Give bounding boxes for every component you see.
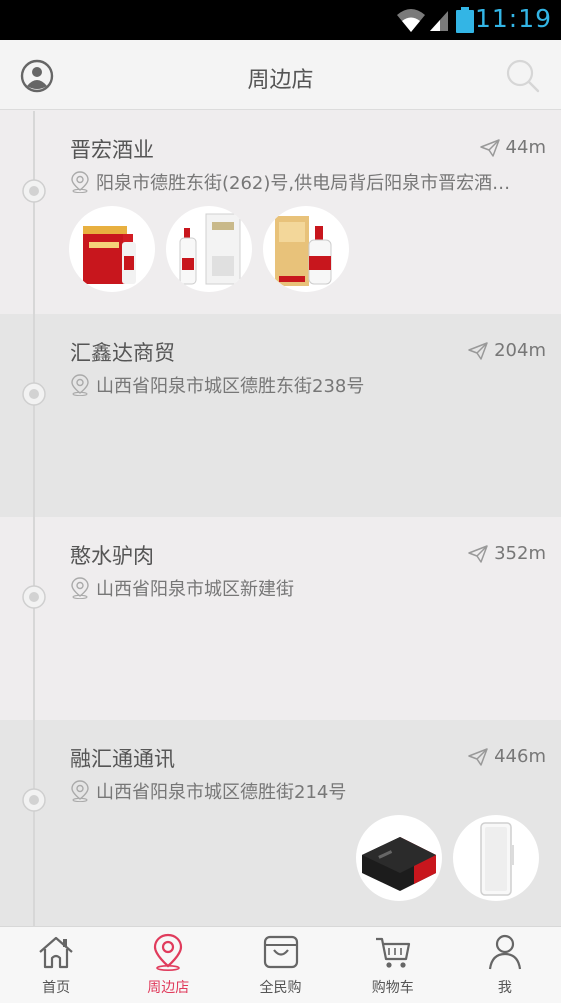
status-bar: 11:19	[0, 0, 561, 40]
address-text: 山西省阳泉市城区新建街	[96, 579, 294, 600]
paper-plane-icon	[468, 544, 488, 563]
tab-label: 购物车	[371, 980, 414, 996]
product-thumbnails	[69, 206, 349, 292]
page-title: 周边店	[247, 68, 314, 93]
timeline-dot-icon	[22, 382, 46, 406]
store-address: 山西省阳泉市城区德胜街214号	[70, 778, 520, 804]
product-thumbnail[interactable]	[263, 206, 349, 292]
gold-moutai-box-image	[275, 216, 332, 286]
white-power-bank-image	[480, 822, 514, 896]
store-distance: 446m	[468, 746, 546, 767]
app-header: 周边店	[0, 40, 561, 110]
shopping-bag-icon	[263, 935, 298, 969]
address-text: 山西省阳泉市城区德胜东街238号	[96, 376, 365, 397]
location-pin-icon	[71, 374, 89, 396]
product-thumbnail[interactable]	[69, 206, 155, 292]
bottom-tab-bar: 首页 周边店 全民购 购物车 我	[0, 926, 561, 1003]
location-pin-icon	[71, 171, 89, 193]
timeline-dot-icon	[22, 585, 46, 609]
store-name: 汇鑫达商贸	[70, 341, 175, 365]
tab-me[interactable]: 我	[449, 927, 561, 1003]
location-pin-icon	[71, 780, 89, 802]
black-red-router-image	[362, 837, 436, 891]
store-distance: 44m	[479, 137, 546, 158]
white-wuliangye-box-image	[179, 213, 241, 285]
cart-icon	[375, 937, 410, 968]
status-time: 11:19	[474, 4, 552, 33]
store-list[interactable]: 晋宏酒业 44m 阳泉市德胜东街(262)号,供电局背后阳泉市晋宏酒… 汇鑫达商…	[0, 111, 561, 926]
tab-nearby[interactable]: 周边店	[112, 927, 224, 1003]
store-name: 融汇通通讯	[70, 747, 175, 771]
tab-group-buy[interactable]: 全民购	[224, 927, 336, 1003]
signal-icon	[430, 11, 448, 31]
store-distance: 352m	[468, 543, 546, 564]
timeline-dot-icon	[22, 788, 46, 812]
distance-value: 204m	[494, 340, 546, 361]
store-item[interactable]: 晋宏酒业 44m 阳泉市德胜东街(262)号,供电局背后阳泉市晋宏酒…	[0, 111, 561, 314]
red-baijiu-gift-box-image	[83, 226, 136, 284]
wifi-icon	[397, 9, 425, 32]
address-text: 阳泉市德胜东街(262)号,供电局背后阳泉市晋宏酒…	[96, 173, 511, 194]
store-address: 山西省阳泉市城区德胜东街238号	[70, 372, 520, 398]
search-icon[interactable]	[505, 58, 541, 94]
distance-value: 352m	[494, 543, 546, 564]
paper-plane-icon	[479, 138, 500, 157]
paper-plane-icon	[468, 747, 488, 766]
product-thumbnails	[356, 815, 539, 901]
store-distance: 204m	[468, 340, 546, 361]
tab-label: 我	[497, 980, 512, 996]
person-icon	[488, 934, 521, 970]
store-item[interactable]: 憨水驴肉 352m 山西省阳泉市城区新建街	[0, 517, 561, 720]
location-pin-icon	[154, 933, 183, 971]
paper-plane-icon	[468, 341, 488, 360]
tab-home[interactable]: 首页	[0, 927, 112, 1003]
store-item[interactable]: 汇鑫达商贸 204m 山西省阳泉市城区德胜东街238号	[0, 314, 561, 517]
tab-label: 首页	[42, 980, 71, 996]
battery-icon	[456, 7, 474, 33]
distance-value: 446m	[494, 746, 546, 767]
store-name: 晋宏酒业	[70, 138, 154, 162]
product-thumbnail[interactable]	[356, 815, 442, 901]
store-address: 阳泉市德胜东街(262)号,供电局背后阳泉市晋宏酒…	[70, 169, 520, 195]
store-name: 憨水驴肉	[70, 544, 154, 568]
tab-label: 全民购	[259, 980, 302, 996]
tab-cart[interactable]: 购物车	[337, 927, 449, 1003]
product-thumbnail[interactable]	[166, 206, 252, 292]
store-address: 山西省阳泉市城区新建街	[70, 575, 520, 601]
timeline-dot-icon	[22, 179, 46, 203]
product-thumbnail[interactable]	[453, 815, 539, 901]
location-pin-icon	[71, 577, 89, 599]
distance-value: 44m	[505, 137, 546, 158]
address-text: 山西省阳泉市城区德胜街214号	[96, 782, 347, 803]
tab-label: 周边店	[147, 980, 190, 996]
home-icon	[39, 936, 73, 969]
